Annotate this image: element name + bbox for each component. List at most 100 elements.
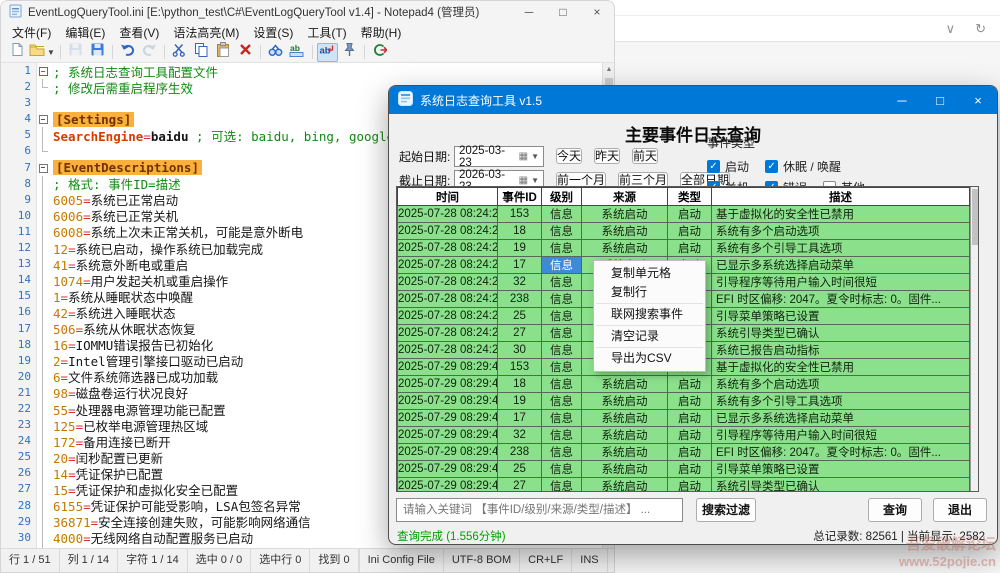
table-cell[interactable]: 17	[498, 410, 542, 427]
table-cell[interactable]: 2025-07-28 08:24:29	[398, 274, 498, 291]
table-cell[interactable]: 2025-07-29 08:29:41	[398, 461, 498, 478]
table-cell[interactable]: 27	[498, 478, 542, 493]
table-cell[interactable]: 2025-07-29 08:29:41	[398, 359, 498, 376]
table-cell[interactable]: 17	[498, 257, 542, 274]
table-cell[interactable]: 32	[498, 274, 542, 291]
undo-button[interactable]	[117, 43, 138, 62]
table-cell[interactable]: 系统启动	[582, 376, 668, 393]
context-menu-item[interactable]: 联网搜索事件	[594, 305, 705, 324]
table-cell[interactable]: 基于虚拟化的安全性已禁用	[712, 206, 970, 223]
table-cell[interactable]: 信息	[542, 223, 582, 240]
fold-marker[interactable]	[36, 111, 49, 127]
chevron-down-icon[interactable]: ▼	[531, 176, 539, 185]
table-cell[interactable]: 已显示多系统选择启动菜单	[712, 410, 970, 427]
table-cell[interactable]: 19	[498, 240, 542, 257]
table-cell[interactable]: 2025-07-28 08:24:29	[398, 308, 498, 325]
table-cell[interactable]: 启动	[668, 444, 712, 461]
save-button[interactable]	[65, 43, 86, 62]
table-cell[interactable]: 信息	[542, 325, 582, 342]
copy-button[interactable]	[191, 43, 212, 62]
pin-button[interactable]	[339, 43, 360, 62]
table-row[interactable]: 2025-07-29 08:29:4127信息系统启动启动系统引导类型已确认	[398, 478, 970, 493]
table-cell[interactable]: 系统启动	[582, 223, 668, 240]
table-cell[interactable]: 系统已报告启动指标	[712, 342, 970, 359]
table-scrollbar-thumb[interactable]	[972, 189, 978, 245]
chevron-down-icon[interactable]: ∨	[946, 21, 956, 37]
table-cell[interactable]: 信息	[542, 478, 582, 493]
paste-button[interactable]	[213, 43, 234, 62]
table-cell[interactable]: 基于虚拟化的安全性已禁用	[712, 359, 970, 376]
close-button[interactable]: ×	[580, 1, 614, 23]
column-header[interactable]: 来源	[582, 188, 668, 206]
table-cell[interactable]: 30	[498, 342, 542, 359]
table-cell[interactable]: 系统启动	[582, 478, 668, 493]
table-cell[interactable]: 引导菜单策略已设置	[712, 461, 970, 478]
table-cell[interactable]: 信息	[542, 359, 582, 376]
column-header[interactable]: 级别	[542, 188, 582, 206]
table-cell[interactable]: 引导程序等待用户输入时间很短	[712, 274, 970, 291]
table-row[interactable]: 2025-07-29 08:29:41238信息系统启动启动EFI 时区偏移: …	[398, 444, 970, 461]
table-cell[interactable]: 系统启动	[582, 206, 668, 223]
table-cell[interactable]: 32	[498, 427, 542, 444]
maximize-button[interactable]: □	[921, 86, 959, 114]
checkbox-checked[interactable]: ✓	[765, 160, 778, 173]
table-cell[interactable]: 系统引导类型已确认	[712, 325, 970, 342]
query-button[interactable]: 查询	[868, 498, 922, 522]
table-cell[interactable]: 引导程序等待用户输入时间很短	[712, 427, 970, 444]
table-cell[interactable]: 系统启动	[582, 410, 668, 427]
table-cell[interactable]: 2025-07-28 08:24:29	[398, 240, 498, 257]
table-cell[interactable]: 25	[498, 461, 542, 478]
table-cell[interactable]: 19	[498, 393, 542, 410]
table-cell[interactable]: 系统启动	[582, 240, 668, 257]
table-cell[interactable]: 系统启动	[582, 427, 668, 444]
save-all-button[interactable]	[87, 43, 108, 62]
open-file-button[interactable]: ▼	[28, 43, 56, 62]
table-cell[interactable]: EFI 时区偏移: 2047。夏令时标志: 0。固件...	[712, 291, 970, 308]
table-cell[interactable]: 信息	[542, 240, 582, 257]
cut-button[interactable]	[169, 43, 190, 62]
table-cell[interactable]: 信息	[542, 257, 582, 274]
table-cell[interactable]: 18	[498, 223, 542, 240]
convert-button[interactable]: ab	[317, 43, 338, 62]
start-date-picker[interactable]: 2025-03-23 ▦ ▼	[454, 146, 544, 167]
table-cell[interactable]: 系统有多个启动选项	[712, 223, 970, 240]
column-header[interactable]: 类型	[668, 188, 712, 206]
checkbox-checked[interactable]: ✓	[707, 160, 720, 173]
table-cell[interactable]: 信息	[542, 308, 582, 325]
table-row[interactable]: 2025-07-29 08:29:4125信息系统启动启动引导菜单策略已设置	[398, 461, 970, 478]
table-cell[interactable]: 系统有多个引导工具选项	[712, 393, 970, 410]
menu-item[interactable]: 工具(T)	[300, 23, 353, 42]
table-cell[interactable]: 238	[498, 444, 542, 461]
dropdown-arrow-icon[interactable]: ▼	[47, 48, 55, 57]
table-cell[interactable]: 系统启动	[582, 393, 668, 410]
column-header[interactable]: 描述	[712, 188, 970, 206]
table-cell[interactable]: 信息	[542, 461, 582, 478]
table-cell[interactable]: 2025-07-29 08:29:41	[398, 376, 498, 393]
table-cell[interactable]: 启动	[668, 393, 712, 410]
table-cell[interactable]: 27	[498, 325, 542, 342]
menu-item[interactable]: 查看(V)	[112, 23, 166, 42]
table-row[interactable]: 2025-07-29 08:29:4119信息系统启动启动系统有多个引导工具选项	[398, 393, 970, 410]
table-cell[interactable]: 信息	[542, 427, 582, 444]
table-cell[interactable]: 2025-07-28 08:24:29	[398, 342, 498, 359]
table-cell[interactable]: 启动	[668, 478, 712, 493]
search-input[interactable]	[396, 498, 683, 522]
table-cell[interactable]: 系统启动	[582, 461, 668, 478]
replace-button[interactable]: ab	[287, 43, 308, 62]
table-cell[interactable]: 2025-07-29 08:29:41	[398, 410, 498, 427]
context-menu-item[interactable]: 复制行	[594, 283, 705, 302]
delete-button[interactable]	[235, 43, 256, 62]
scroll-up-icon[interactable]: ▲	[603, 63, 615, 77]
table-cell[interactable]: 启动	[668, 223, 712, 240]
table-cell[interactable]: 信息	[542, 291, 582, 308]
context-menu-item[interactable]: 复制单元格	[594, 264, 705, 283]
table-cell[interactable]: 启动	[668, 410, 712, 427]
table-cell[interactable]: 信息	[542, 206, 582, 223]
table-row[interactable]: 2025-07-29 08:29:4117信息系统启动启动已显示多系统选择启动菜…	[398, 410, 970, 427]
chevron-down-icon[interactable]: ▼	[531, 152, 539, 161]
table-cell[interactable]: 信息	[542, 410, 582, 427]
table-row[interactable]: 2025-07-29 08:29:4118信息系统启动启动系统有多个启动选项	[398, 376, 970, 393]
table-cell[interactable]: 信息	[542, 274, 582, 291]
table-cell[interactable]: 2025-07-28 08:24:29	[398, 325, 498, 342]
table-cell[interactable]: 153	[498, 359, 542, 376]
